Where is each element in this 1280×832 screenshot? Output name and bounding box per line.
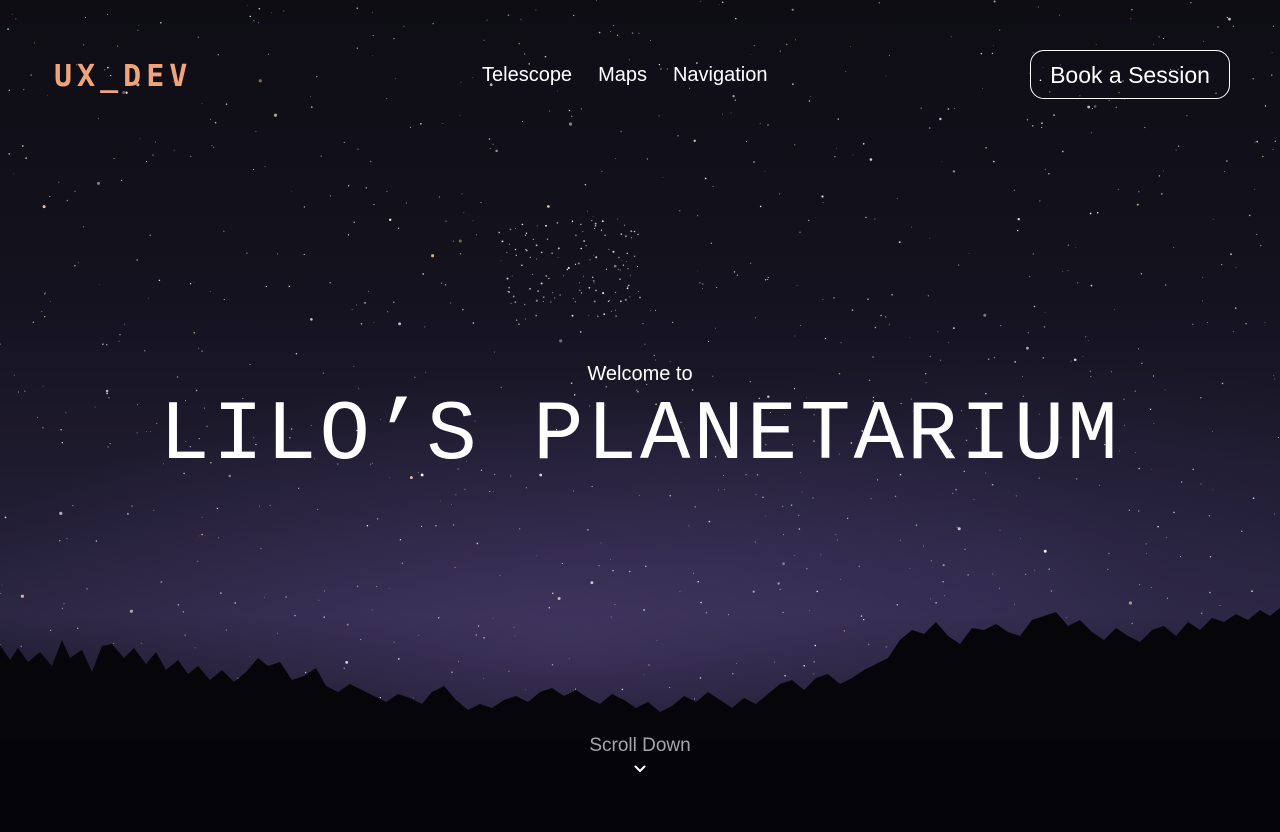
hero-page: UX_DEV Telescope Maps Navigation Book a … [0, 0, 1280, 832]
nav-item-telescope[interactable]: Telescope [482, 62, 572, 88]
hero-title: LILO’S PLANETARIUM [159, 389, 1121, 484]
scroll-down-label[interactable]: Scroll Down [0, 734, 1280, 758]
treeline-silhouette [0, 608, 1280, 832]
main-nav: Telescope Maps Navigation [482, 62, 767, 88]
nav-item-navigation[interactable]: Navigation [673, 62, 768, 88]
hero-kicker: Welcome to [587, 363, 693, 385]
nav-item-maps[interactable]: Maps [598, 62, 647, 88]
brand-logo[interactable]: UX_DEV [54, 60, 192, 94]
chevron-down-icon[interactable] [633, 762, 647, 776]
book-session-button[interactable]: Book a Session [1030, 50, 1230, 99]
